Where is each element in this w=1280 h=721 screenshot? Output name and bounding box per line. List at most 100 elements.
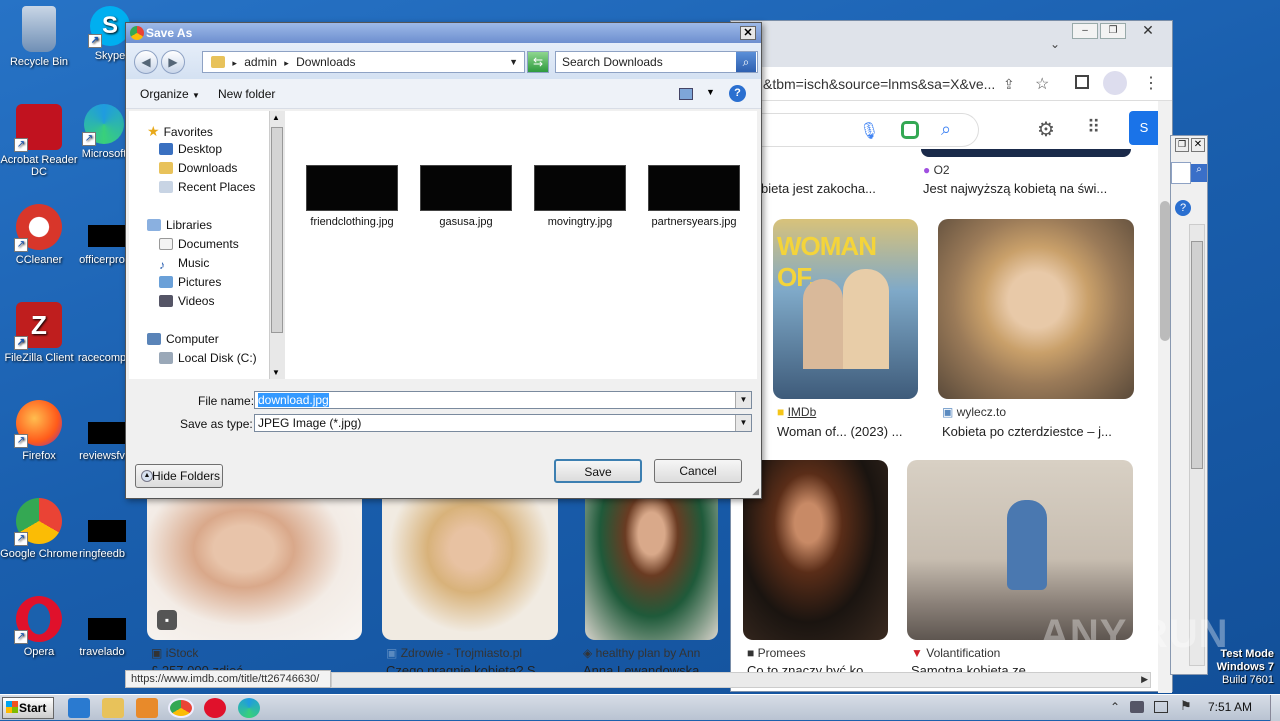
volume-icon[interactable]: ⚑: [1180, 698, 1192, 714]
maximize-button[interactable]: ❐: [1100, 23, 1126, 39]
desktop-icon-recycle-bin[interactable]: Recycle Bin: [0, 6, 78, 68]
breadcrumb-admin[interactable]: admin: [244, 55, 277, 69]
desktop-icon-officerpro[interactable]: officerpro: [72, 254, 132, 266]
nav-desktop[interactable]: Desktop: [159, 142, 222, 156]
nav-pane-scrollbar[interactable]: ▲ ▼: [269, 111, 285, 379]
save-as-type-select[interactable]: JPEG Image (*.jpg) ▼: [254, 414, 752, 432]
image-thumbnail[interactable]: [585, 488, 718, 640]
result-source[interactable]: ■ IMDb: [777, 405, 816, 419]
help-icon[interactable]: ?: [1175, 200, 1191, 216]
profile-avatar-icon[interactable]: [1103, 71, 1127, 95]
desktop-icon-reviewsfv[interactable]: reviewsfv: [72, 450, 132, 462]
result-source[interactable]: ■ Promees: [747, 646, 806, 660]
desktop-icon-filezilla[interactable]: Z ↗ FileZilla Client: [0, 302, 78, 364]
result-source[interactable]: ▼ Volantification: [911, 646, 1000, 660]
image-thumbnail[interactable]: ▪: [147, 488, 362, 640]
result-caption[interactable]: Co to znaczy być ko...: [747, 664, 892, 672]
chevron-down-icon[interactable]: ▼: [706, 87, 715, 97]
desktop-icon-racecomp[interactable]: racecomp: [72, 352, 132, 364]
tray-expand-icon[interactable]: ⌃: [1110, 700, 1120, 714]
file-item[interactable]: movingtry.jpg: [525, 165, 635, 228]
nav-computer[interactable]: Computer: [147, 332, 219, 346]
apps-grid-icon[interactable]: ⠿: [1087, 117, 1100, 138]
result-caption[interactable]: Woman of... (2023) ...: [777, 424, 922, 439]
media-player-taskbar-icon[interactable]: [136, 698, 158, 718]
result-source[interactable]: ▣ iStock: [151, 646, 198, 660]
result-caption[interactable]: Samotna kobieta ze ...: [911, 664, 1121, 672]
start-button[interactable]: Start: [2, 697, 54, 719]
settings-gear-icon[interactable]: ⚙: [1037, 117, 1055, 142]
desktop-icon-firefox[interactable]: ↗ Firefox: [0, 400, 78, 462]
network-icon[interactable]: [1154, 701, 1168, 713]
lens-icon[interactable]: [901, 121, 919, 139]
edge-taskbar-icon[interactable]: [238, 698, 260, 718]
scrollbar-thumb[interactable]: [1160, 201, 1170, 341]
hide-folders-button[interactable]: ▲ Hide Folders: [135, 464, 223, 488]
nav-music[interactable]: ♪ Music: [159, 256, 209, 271]
refresh-icon[interactable]: ⇆: [527, 51, 549, 73]
nav-favorites[interactable]: ★ Favorites: [147, 123, 213, 140]
result-caption[interactable]: Kobieta po czterdziestce – j...: [942, 424, 1132, 439]
close-button[interactable]: ✕: [740, 26, 756, 40]
breadcrumb-downloads[interactable]: Downloads: [296, 55, 355, 69]
nav-local-disk[interactable]: Local Disk (C:): [159, 351, 257, 365]
restore-button[interactable]: ❐: [1175, 138, 1189, 152]
result-source[interactable]: ▣ wylecz.to: [942, 405, 1006, 419]
chevron-right-icon[interactable]: ▸: [232, 58, 237, 68]
result-source[interactable]: ▣ Zdrowie - Trojmiasto.pl: [386, 646, 522, 660]
sign-in-button[interactable]: S: [1129, 111, 1159, 145]
clock[interactable]: 7:51 AM: [1208, 700, 1252, 714]
desktop-icon-opera[interactable]: ↗ Opera: [0, 596, 78, 658]
resize-grip-icon[interactable]: ◢: [752, 486, 759, 497]
nav-videos[interactable]: Videos: [159, 294, 214, 308]
file-name-field[interactable]: download.jpg ▼: [254, 391, 752, 409]
search-icon[interactable]: ⌕: [1191, 164, 1207, 182]
file-item[interactable]: partnersyears.jpg: [639, 165, 749, 228]
show-desktop-button[interactable]: [1270, 695, 1280, 721]
opera-taskbar-icon[interactable]: [204, 698, 226, 718]
bookmark-star-icon[interactable]: ☆: [1035, 74, 1049, 94]
image-thumbnail[interactable]: WOMAN OF...: [773, 219, 918, 399]
desktop-icon-acrobat[interactable]: ↗ Acrobat Reader DC: [0, 104, 78, 178]
result-caption[interactable]: Jest najwyższą kobietą na świ...: [923, 181, 1133, 196]
search-input[interactable]: Search Downloads: [555, 51, 758, 73]
nav-pictures[interactable]: Pictures: [159, 275, 221, 289]
menu-kebab-icon[interactable]: ⋮: [1143, 73, 1159, 93]
nav-documents[interactable]: Documents: [159, 237, 239, 251]
scroll-up-icon[interactable]: ▲: [272, 113, 280, 122]
action-center-icon[interactable]: [1130, 701, 1144, 713]
tab-list-chevron-icon[interactable]: ⌄: [1050, 37, 1060, 51]
desktop-icon-travelado[interactable]: travelado: [72, 646, 132, 658]
scroll-down-icon[interactable]: ▼: [272, 368, 280, 377]
help-icon[interactable]: ?: [729, 85, 746, 102]
image-thumbnail[interactable]: [382, 488, 558, 640]
image-thumbnail[interactable]: [921, 149, 1131, 157]
result-caption[interactable]: Czego pragnie kobieta? S...: [386, 664, 556, 672]
chevron-down-icon[interactable]: ▼: [735, 392, 751, 408]
breadcrumb-bar[interactable]: ▸ admin ▸ Downloads ▼: [202, 51, 525, 73]
chevron-down-icon[interactable]: ▼: [509, 52, 518, 72]
search-field[interactable]: [1171, 162, 1191, 184]
view-options-icon[interactable]: [679, 88, 693, 100]
search-icon[interactable]: ⌕: [941, 119, 951, 140]
result-source[interactable]: ● O2: [923, 163, 950, 177]
forward-button[interactable]: ▶: [161, 50, 185, 74]
url-text[interactable]: &tbm=isch&source=lnms&sa=X&ve...: [763, 76, 995, 92]
cancel-button[interactable]: Cancel: [654, 459, 742, 483]
side-panel-icon[interactable]: [1075, 75, 1089, 89]
chrome-taskbar-icon[interactable]: [168, 698, 194, 718]
chevron-right-icon[interactable]: ▸: [284, 58, 289, 68]
save-button[interactable]: Save: [554, 459, 642, 483]
desktop-icon-ringfeedb[interactable]: ringfeedb: [72, 548, 132, 560]
chevron-down-icon[interactable]: ▼: [735, 415, 751, 431]
result-caption[interactable]: Anna Lewandowska: [583, 664, 723, 672]
close-button[interactable]: ✕: [1128, 23, 1168, 39]
minimize-button[interactable]: –: [1072, 23, 1098, 39]
desktop-icon-ccleaner[interactable]: ↗ CCleaner: [0, 204, 78, 266]
organize-button[interactable]: Organize ▼: [140, 87, 200, 101]
share-icon[interactable]: ⇪: [1003, 76, 1015, 93]
explorer-taskbar-icon[interactable]: [102, 698, 124, 718]
result-caption[interactable]: bieta jest zakocha...: [761, 181, 901, 196]
scroll-right-icon[interactable]: ▶: [1141, 674, 1148, 685]
image-thumbnail[interactable]: [938, 219, 1134, 399]
